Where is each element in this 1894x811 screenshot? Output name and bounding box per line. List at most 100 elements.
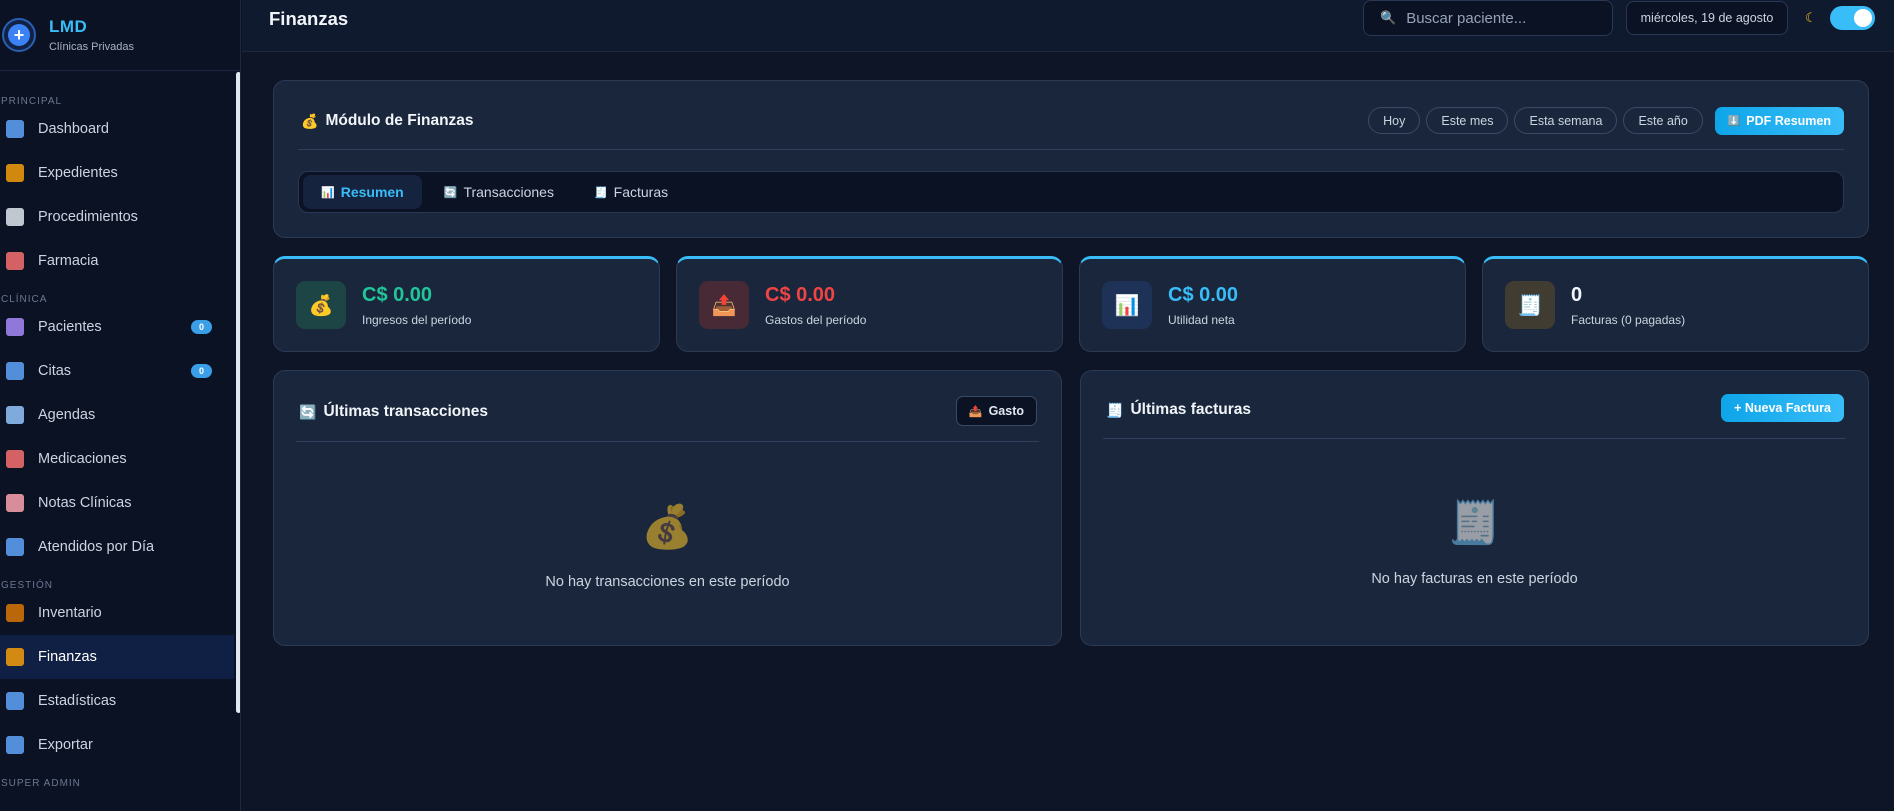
sidebar-item-dashboard[interactable]: Dashboard <box>0 107 234 151</box>
stat-label: Ingresos del período <box>362 313 472 327</box>
sidebar-item-label: Dashboard <box>38 121 109 137</box>
brand-name: LMD <box>49 17 88 36</box>
download-icon: ⬇️ <box>1727 115 1741 127</box>
sidebar-item-label: Citas <box>38 363 72 379</box>
sidebar-item-label: Pacientes <box>38 319 102 335</box>
stat-value: 0 <box>1571 284 1583 306</box>
pill-icon <box>6 252 24 270</box>
transactions-card: 🔄 Últimas transacciones 📤 Gasto 💰 No hay… <box>273 370 1062 646</box>
receipt-icon: 🧾 <box>1448 499 1501 546</box>
sidebar-item-notas-clinicas[interactable]: Notas Clínicas <box>0 481 234 525</box>
add-expense-button[interactable]: 📤 Gasto <box>955 396 1037 426</box>
sidebar-item-label: Farmacia <box>38 253 99 269</box>
pill-icon <box>6 450 24 468</box>
transactions-empty-text: No hay transacciones en este período <box>545 574 790 590</box>
invoices-card: 🧾 Últimas facturas + Nueva Factura 🧾 No … <box>1080 370 1869 646</box>
people-icon <box>6 318 24 336</box>
invoices-empty-text: No hay facturas en este período <box>1371 571 1578 587</box>
refresh-icon: 🔄 <box>299 403 317 420</box>
stat-value: C$ 0.00 <box>1168 284 1239 306</box>
search-input[interactable] <box>1406 9 1597 27</box>
stat-label: Utilidad neta <box>1168 313 1235 327</box>
transactions-title-text: Últimas transacciones <box>323 403 488 420</box>
tab-label: Transacciones <box>463 184 554 200</box>
search-icon: 🔍 <box>1380 10 1397 25</box>
theme-toggle[interactable] <box>1830 6 1875 30</box>
sidebar-item-finanzas[interactable]: Finanzas <box>0 635 234 679</box>
trend-chart-icon <box>6 692 24 710</box>
new-invoice-button[interactable]: + Nueva Factura <box>1721 394 1844 422</box>
money-bag-icon: 💰 <box>301 112 319 129</box>
sidebar-item-label: Procedimientos <box>38 209 138 225</box>
sidebar-item-farmacia[interactable]: Farmacia <box>0 239 234 283</box>
calendar-icon <box>6 406 24 424</box>
tab-label: Resumen <box>340 184 404 200</box>
sidebar-item-exportar[interactable]: Exportar <box>0 723 234 767</box>
sidebar-item-label: Exportar <box>38 737 93 753</box>
nav-section-super-admin: SUPER ADMIN <box>1 778 81 789</box>
tab-facturas[interactable]: 🧾 Facturas <box>576 175 686 209</box>
stat-card-gastos-del-periodo: 📤 C$ 0.00 Gastos del período <box>676 256 1063 352</box>
sidebar-item-label: Atendidos por Día <box>38 539 155 555</box>
stat-value: C$ 0.00 <box>362 284 433 306</box>
period-button-este-mes[interactable]: Este mes <box>1426 107 1509 134</box>
stat-label: Facturas (0 pagadas) <box>1571 313 1686 327</box>
transactions-title: 🔄 Últimas transacciones <box>299 403 488 421</box>
sidebar-item-label: Medicaciones <box>38 451 127 467</box>
moon-icon: ☾ <box>1805 10 1817 25</box>
clipboard-icon <box>6 164 24 182</box>
period-button-esta-semana[interactable]: Esta semana <box>1514 107 1618 134</box>
sidebar-item-atendidos-por-dia[interactable]: Atendidos por Día <box>0 525 234 569</box>
tab-resumen[interactable]: 📊 Resumen <box>303 175 422 209</box>
pdf-summary-button[interactable]: ⬇️ PDF Resumen <box>1714 107 1844 135</box>
outbox-icon: 📤 <box>699 281 749 329</box>
nav-section-principal: PRINCIPAL <box>1 96 63 107</box>
outbox-icon: 📤 <box>968 405 983 418</box>
box-icon <box>6 604 24 622</box>
sidebar-item-label: Notas Clínicas <box>38 495 132 511</box>
period-filter: Hoy Este mes Esta semana Este año ⬇️ PDF Resu… <box>1368 107 1844 135</box>
sidebar-scrollbar[interactable] <box>236 72 240 713</box>
divider <box>296 441 1039 442</box>
count-badge: 0 <box>191 364 212 378</box>
sidebar-item-medicaciones[interactable]: Medicaciones <box>0 437 234 481</box>
brand-logo: + <box>2 18 36 52</box>
divider <box>1103 438 1846 439</box>
date-display: miércoles, 19 de agosto <box>1626 1 1788 35</box>
add-expense-label: Gasto <box>988 404 1024 418</box>
outbox-icon <box>6 736 24 754</box>
sidebar-item-pacientes[interactable]: Pacientes 0 <box>0 305 234 349</box>
sidebar-nav: PRINCIPAL Dashboard Expedientes Procedimien… <box>0 71 234 789</box>
sidebar-item-inventario[interactable]: Inventario <box>0 591 234 635</box>
stat-value: C$ 0.00 <box>765 284 836 306</box>
sidebar-item-expedientes[interactable]: Expedientes <box>0 151 234 195</box>
money-bag-icon: 💰 <box>641 503 694 550</box>
finance-module-card: 💰 Módulo de Finanzas Hoy Este mes Esta sem… <box>273 80 1869 238</box>
sidebar-item-label: Estadísticas <box>38 693 117 709</box>
refresh-icon: 🔄 <box>443 186 458 199</box>
sidebar-item-estadisticas[interactable]: Estadísticas <box>0 679 234 723</box>
stat-label: Gastos del período <box>765 313 867 327</box>
bar-chart-icon: 📊 <box>1102 281 1152 329</box>
page-title: Finanzas <box>269 8 349 29</box>
plus-icon: + <box>8 24 30 46</box>
period-button-hoy[interactable]: Hoy <box>1368 107 1421 134</box>
period-button-este-ano[interactable]: Este año <box>1623 107 1703 134</box>
sidebar-item-procedimientos[interactable]: Procedimientos <box>0 195 234 239</box>
module-title: 💰 Módulo de Finanzas <box>301 112 474 130</box>
bar-chart-icon <box>6 120 24 138</box>
toggle-knob <box>1854 9 1872 27</box>
search-box[interactable]: 🔍 <box>1363 0 1613 36</box>
money-bag-icon <box>6 648 24 666</box>
tab-transacciones[interactable]: 🔄 Transacciones <box>426 175 572 209</box>
brand[interactable]: + LMD Clínicas Privadas <box>0 0 240 71</box>
sidebar-item-agendas[interactable]: Agendas <box>0 393 234 437</box>
tooth-icon <box>6 208 24 226</box>
sidebar: + LMD Clínicas Privadas PRINCIPAL Dashboa… <box>0 0 241 811</box>
bar-chart-icon: 📊 <box>321 186 335 199</box>
stat-card-ingresos-del-periodo: 💰 C$ 0.00 Ingresos del período <box>273 256 660 352</box>
sidebar-item-citas[interactable]: Citas 0 <box>0 349 234 393</box>
finance-tabs: 📊 Resumen 🔄 Transacciones 🧾 Facturas <box>298 171 1844 213</box>
sidebar-item-label: Finanzas <box>38 649 97 665</box>
bar-chart-icon <box>6 538 24 556</box>
